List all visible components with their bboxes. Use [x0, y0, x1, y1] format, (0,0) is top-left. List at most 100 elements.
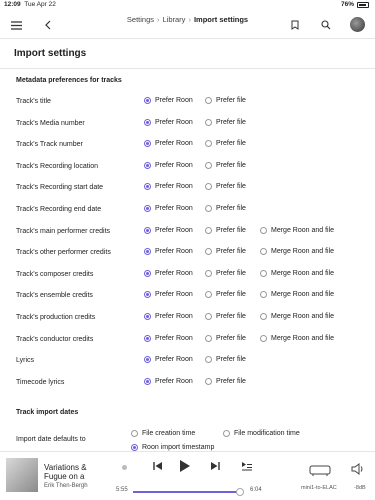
option-file[interactable]: Prefer file [205, 269, 246, 277]
option-roon[interactable]: Prefer Roon [144, 377, 193, 385]
option-file-creation[interactable]: File creation time [131, 430, 195, 437]
radio-roon[interactable] [144, 161, 151, 169]
album-art[interactable] [6, 458, 38, 492]
option-file[interactable]: Prefer file [205, 313, 246, 320]
radio-roon[interactable] [144, 291, 151, 299]
option-file[interactable]: Prefer file [205, 183, 246, 191]
radio-file[interactable] [205, 205, 212, 212]
option-roon[interactable]: Prefer Roon [144, 269, 193, 277]
radio-file[interactable] [205, 291, 212, 299]
option-merge[interactable]: Merge Roon and file [260, 269, 334, 277]
radio-roon[interactable] [144, 226, 151, 234]
option-file[interactable]: Prefer file [205, 334, 246, 342]
option-roon[interactable]: Prefer Roon [144, 334, 193, 342]
option-roon[interactable]: Prefer Roon [144, 161, 193, 169]
option-file[interactable]: Prefer file [205, 291, 246, 299]
option-label: Prefer file [216, 118, 246, 126]
radio-roon[interactable] [144, 97, 151, 104]
option-file[interactable]: Prefer file [205, 377, 246, 385]
radio-roon[interactable] [144, 356, 151, 364]
next-icon[interactable] [210, 461, 220, 471]
option-file[interactable]: Prefer file [205, 140, 246, 148]
radio-file-modification[interactable] [223, 430, 230, 437]
radio-merge[interactable] [260, 334, 267, 342]
radio-roon-import[interactable] [131, 444, 138, 451]
option-file[interactable]: Prefer file [205, 356, 246, 364]
radio-roon[interactable] [144, 118, 151, 126]
option-roon[interactable]: Prefer Roon [144, 291, 193, 299]
radio-file[interactable] [205, 97, 212, 104]
option-file[interactable]: Prefer file [205, 205, 246, 212]
option-roon[interactable]: Prefer Roon [144, 97, 193, 104]
volume-icon[interactable] [351, 462, 365, 481]
option-file[interactable]: Prefer file [205, 161, 246, 169]
prev-icon[interactable] [153, 461, 163, 471]
option-label: Prefer Roon [155, 205, 193, 212]
radio-file[interactable] [205, 269, 212, 277]
option-merge[interactable]: Merge Roon and file [260, 313, 334, 320]
option-file[interactable]: Prefer file [205, 248, 246, 256]
zone-name[interactable]: mini1-to-ELAC [301, 485, 337, 491]
radio-roon[interactable] [144, 183, 151, 191]
track-title[interactable]: Variations & Fugue on a [44, 463, 104, 481]
radio-file[interactable] [205, 161, 212, 169]
radio-merge[interactable] [260, 313, 267, 320]
radio-merge[interactable] [260, 248, 267, 256]
volume-value: -8dB [354, 485, 366, 491]
option-roon[interactable]: Prefer Roon [144, 248, 193, 256]
option-roon[interactable]: Prefer Roon [144, 140, 193, 148]
radio-roon[interactable] [144, 334, 151, 342]
option-merge[interactable]: Merge Roon and file [260, 291, 334, 299]
radio-roon[interactable] [144, 248, 151, 256]
option-roon[interactable]: Prefer Roon [144, 205, 193, 212]
track-artist[interactable]: Erik Then-Bergh [44, 483, 88, 489]
status-right: 76% [341, 1, 369, 8]
speaker-icon[interactable] [308, 463, 332, 477]
option-roon[interactable]: Prefer Roon [144, 118, 193, 126]
seek-bar[interactable] [133, 488, 245, 496]
option-roon[interactable]: Prefer Roon [144, 356, 193, 364]
radio-file[interactable] [205, 248, 212, 256]
option-roon[interactable]: Prefer Roon [144, 183, 193, 191]
option-label: Prefer Roon [155, 356, 193, 364]
option-roon-import[interactable]: Roon import timestamp [131, 444, 214, 451]
radio-file[interactable] [205, 313, 212, 320]
option-merge[interactable]: Merge Roon and file [260, 248, 334, 256]
option-file-modification[interactable]: File modification time [223, 430, 300, 437]
radio-file[interactable] [205, 334, 212, 342]
avatar[interactable] [350, 17, 365, 32]
radio-roon[interactable] [144, 377, 151, 385]
play-icon[interactable] [179, 459, 191, 473]
option-file[interactable]: Prefer file [205, 97, 246, 104]
radio-roon[interactable] [144, 269, 151, 277]
option-label: Prefer file [216, 248, 246, 256]
option-merge[interactable]: Merge Roon and file [260, 334, 334, 342]
radio-merge[interactable] [260, 226, 267, 234]
breadcrumb-current: Import settings [193, 15, 249, 24]
breadcrumb-library[interactable]: Library [163, 15, 186, 24]
option-label: Merge Roon and file [271, 313, 335, 320]
radio-file[interactable] [205, 226, 212, 234]
search-icon[interactable] [319, 18, 333, 32]
radio-file[interactable] [205, 183, 212, 191]
queue-icon[interactable] [241, 461, 253, 471]
radio-file[interactable] [205, 140, 212, 148]
radio-merge[interactable] [260, 291, 267, 299]
breadcrumb-settings[interactable]: Settings [127, 15, 154, 24]
option-file[interactable]: Prefer file [205, 118, 246, 126]
option-roon[interactable]: Prefer Roon [144, 226, 193, 234]
option-merge[interactable]: Merge Roon and file [260, 226, 334, 234]
option-roon[interactable]: Prefer Roon [144, 313, 193, 320]
option-file[interactable]: Prefer file [205, 226, 246, 234]
bookmark-icon[interactable] [288, 18, 302, 32]
radio-roon[interactable] [144, 313, 151, 320]
seek-handle[interactable] [236, 488, 245, 496]
radio-file-creation[interactable] [131, 430, 138, 437]
radio-roon[interactable] [144, 140, 151, 148]
radio-file[interactable] [205, 377, 212, 385]
radio-merge[interactable] [260, 269, 267, 277]
radio-file[interactable] [205, 118, 212, 126]
radio-file[interactable] [205, 356, 212, 364]
option-label: Prefer file [216, 377, 246, 385]
radio-roon[interactable] [144, 205, 151, 212]
